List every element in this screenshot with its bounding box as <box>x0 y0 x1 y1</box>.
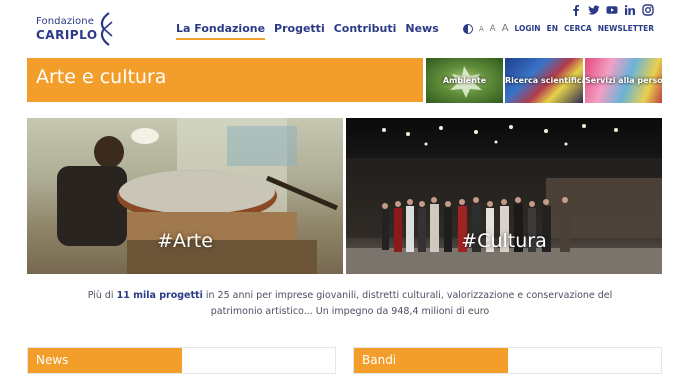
news-section: News <box>27 347 336 374</box>
nav-news[interactable]: News <box>405 22 438 40</box>
logo[interactable]: Fondazione CARIPLO <box>36 12 126 46</box>
nav-la-fondazione[interactable]: La Fondazione <box>176 22 266 40</box>
youtube-icon[interactable] <box>606 4 618 16</box>
thumbnail-ricerca-scientifica[interactable]: Ricerca scientifica <box>505 58 583 103</box>
facebook-icon[interactable] <box>570 4 582 16</box>
news-header[interactable]: News <box>28 348 182 373</box>
hero-tag-cultura: #Cultura <box>461 230 547 252</box>
nav-contributi[interactable]: Contributi <box>334 22 397 40</box>
font-size-medium-button[interactable]: A <box>490 24 496 34</box>
logo-line2: CARIPLO <box>36 28 98 42</box>
instagram-icon[interactable] <box>642 4 654 16</box>
bandi-section: Bandi <box>353 347 662 374</box>
contrast-icon[interactable] <box>463 23 473 34</box>
linkedin-icon[interactable] <box>624 4 636 16</box>
intro-highlight: 11 mila progetti <box>116 290 203 301</box>
bandi-title: Bandi <box>362 353 397 367</box>
thumbnail-label: Servizi alla persona <box>585 76 662 85</box>
logo-mark-icon <box>100 12 113 46</box>
hero-arte[interactable]: #Arte <box>27 118 343 274</box>
font-size-large-button[interactable]: A <box>502 23 509 34</box>
language-link[interactable]: EN <box>547 24 558 33</box>
nav-progetti[interactable]: Progetti <box>274 22 325 40</box>
main-nav: La Fondazione Progetti Contributi News <box>176 22 439 40</box>
intro-prefix: Più di <box>87 290 117 301</box>
thumbnail-servizi-alla-persona[interactable]: Servizi alla persona <box>585 58 662 103</box>
hero-tag-arte: #Arte <box>157 230 213 252</box>
intro-line2: patrimonio artistico... Un impegno da 94… <box>210 306 490 317</box>
intro-text: Più di 11 mila progetti in 25 anni per i… <box>60 288 640 320</box>
thumbnail-ambiente[interactable]: Ambiente <box>426 58 503 103</box>
newsletter-link[interactable]: NEWSLETTER <box>598 24 654 33</box>
bandi-header[interactable]: Bandi <box>354 348 508 373</box>
twitter-icon[interactable] <box>588 4 600 16</box>
thumbnail-label: Ambiente <box>442 76 487 85</box>
page-title-banner: Arte e cultura <box>27 58 423 102</box>
news-title: News <box>36 353 69 367</box>
hero-cultura[interactable]: #Cultura <box>346 118 662 274</box>
utility-bar: A A A LOGIN EN CERCA NEWSLETTER <box>463 23 654 34</box>
font-size-small-button[interactable]: A <box>479 25 484 33</box>
intro-line1: in 25 anni per imprese giovanili, distre… <box>202 290 613 301</box>
logo-line1: Fondazione <box>36 16 94 27</box>
search-link[interactable]: CERCA <box>564 24 592 33</box>
social-links <box>570 4 654 16</box>
page-title: Arte e cultura <box>36 66 167 88</box>
login-link[interactable]: LOGIN <box>514 24 540 33</box>
thumbnail-label: Ricerca scientifica <box>505 76 583 85</box>
